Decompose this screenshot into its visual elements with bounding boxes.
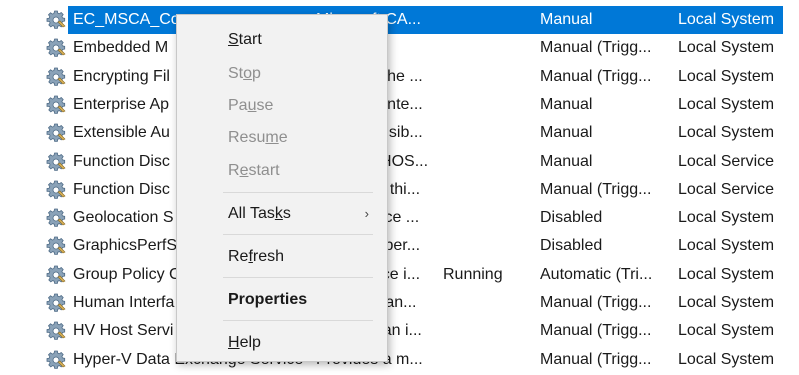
service-log-on-as: Local System — [678, 237, 775, 255]
service-log-on-as: Local System — [678, 124, 775, 142]
gear-icon — [46, 208, 66, 228]
gear-icon — [46, 236, 66, 256]
service-startup-type: Manual (Trigg... — [540, 322, 652, 340]
gear-icon — [46, 152, 66, 172]
service-row[interactable]: Enterprise ApEnables ente...ManualLocal … — [0, 91, 799, 119]
service-status — [443, 232, 533, 260]
service-status — [443, 34, 533, 62]
gear-icon — [46, 95, 66, 115]
menu-item-properties[interactable]: Properties — [177, 285, 387, 315]
service-row[interactable]: Function DiscPublishes thi...Manual (Tri… — [0, 176, 799, 204]
gear-icon — [46, 265, 66, 285]
context-menu: Start Stop Pause Resume Restart All Task… — [176, 14, 388, 362]
menu-item-start[interactable]: Start — [177, 25, 387, 55]
service-status — [443, 204, 533, 232]
menu-item-refresh[interactable]: Refresh — [177, 242, 387, 272]
chevron-right-icon: › — [364, 206, 369, 221]
gear-icon — [46, 123, 66, 143]
menu-item-pause: Pause — [228, 97, 274, 114]
service-startup-type: Disabled — [540, 209, 603, 227]
service-startup-type: Automatic (Tri... — [540, 265, 653, 283]
gear-icon — [46, 350, 66, 370]
service-log-on-as: Local System — [678, 95, 775, 113]
service-row[interactable]: GraphicsPerfSGraphics per...DisabledLoca… — [0, 232, 799, 260]
service-startup-type: Manual — [540, 11, 593, 28]
service-startup-type: Manual (Trigg... — [540, 67, 652, 85]
service-status: Running — [443, 265, 503, 283]
menu-item-stop: Stop — [228, 65, 261, 82]
service-log-on-as: Local System — [678, 39, 775, 57]
gear-icon — [46, 38, 66, 58]
services-list: EC_MSCA_CoMicrosoft CA...ManualLocal Sys… — [0, 0, 799, 370]
service-log-on-as: Local System — [678, 350, 775, 368]
service-startup-type: Manual (Trigg... — [540, 180, 652, 198]
service-row[interactable]: Human InterfaActivates an...Manual (Trig… — [0, 289, 799, 317]
menu-item-all-tasks[interactable]: All Tasks › — [177, 199, 387, 229]
service-status — [443, 63, 533, 91]
service-row[interactable]: Group Policy CThe service i...RunningAut… — [0, 261, 799, 289]
service-status — [443, 148, 533, 176]
service-status — [443, 346, 533, 374]
service-row[interactable]: Hyper-V Data Exchange ServiceProvides a … — [0, 346, 799, 374]
menu-item-all-tasks-label: All Tasks — [228, 205, 291, 222]
gear-icon — [46, 10, 66, 30]
menu-item-resume: Resume — [228, 129, 288, 146]
service-row[interactable]: Embedded MEmbedd...Manual (Trigg...Local… — [0, 34, 799, 62]
menu-separator — [223, 234, 373, 235]
menu-item-restart: Restart — [228, 162, 280, 179]
service-startup-type: Manual (Trigg... — [540, 350, 652, 368]
service-status — [443, 6, 533, 34]
service-row[interactable]: EC_MSCA_CoMicrosoft CA...ManualLocal Sys… — [0, 6, 799, 34]
service-status — [443, 119, 533, 147]
service-status — [443, 176, 533, 204]
menu-separator — [223, 192, 373, 193]
gear-icon — [46, 321, 66, 341]
menu-item-help[interactable]: Help — [177, 328, 387, 358]
service-startup-type: Manual — [540, 152, 593, 170]
service-startup-type: Manual — [540, 95, 593, 113]
menu-separator — [223, 277, 373, 278]
gear-icon — [46, 67, 66, 87]
service-log-on-as: Local System — [678, 265, 775, 283]
service-row[interactable]: HV Host ServiProvides an i...Manual (Tri… — [0, 317, 799, 345]
menu-separator — [223, 320, 373, 321]
service-status — [443, 317, 533, 345]
service-log-on-as: Local Service — [678, 180, 775, 198]
service-log-on-as: Local Service — [678, 152, 775, 170]
gear-icon — [46, 293, 66, 313]
gear-icon — [46, 180, 66, 200]
service-log-on-as: Local System — [678, 11, 775, 28]
service-log-on-as: Local System — [678, 294, 775, 311]
service-startup-type: Manual (Trigg... — [540, 39, 652, 57]
service-row[interactable]: Geolocation SThis service ...DisabledLoc… — [0, 204, 799, 232]
service-log-on-as: Local System — [678, 67, 775, 85]
service-row[interactable]: Extensible AuThe Extensib...ManualLocal … — [0, 119, 799, 147]
service-startup-type: Manual (Trigg... — [540, 294, 652, 311]
service-log-on-as: Local System — [678, 209, 775, 227]
service-startup-type: Disabled — [540, 237, 603, 255]
service-status — [443, 289, 533, 317]
service-row[interactable]: Encrypting FilProvides the ...Manual (Tr… — [0, 63, 799, 91]
service-status — [443, 91, 533, 119]
service-startup-type: Manual — [540, 124, 593, 142]
service-log-on-as: Local System — [678, 322, 775, 340]
service-row[interactable]: Function DiscThe FDPHOS...ManualLocal Se… — [0, 148, 799, 176]
